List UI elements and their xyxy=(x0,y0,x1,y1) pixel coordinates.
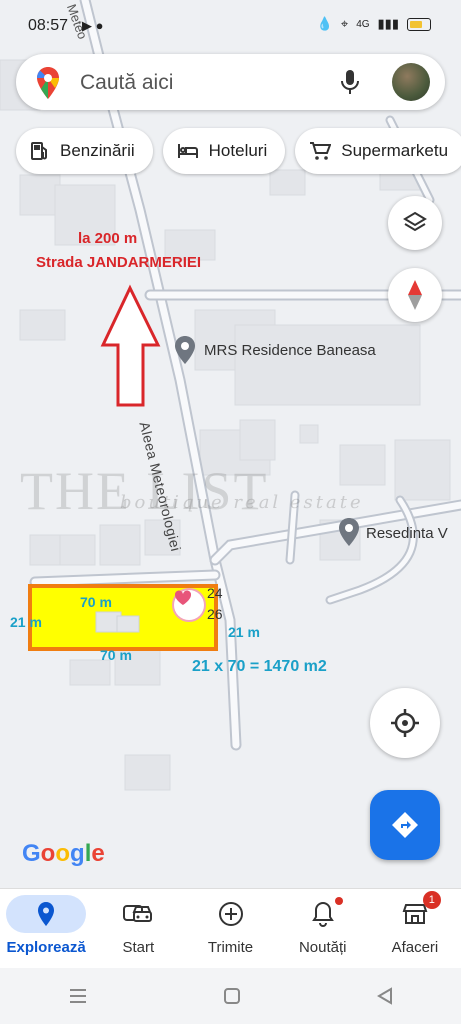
status-right-icons: 💧 ⌖ 4G ▮▮▮ xyxy=(317,16,431,32)
location-status-icon: ⌖ xyxy=(340,16,349,31)
chip-supermarkets[interactable]: Supermarketu xyxy=(295,128,461,174)
signal-icon: ▮▮▮ xyxy=(377,16,399,31)
chip-hotels[interactable]: Hoteluri xyxy=(162,128,286,174)
business-badge: 1 xyxy=(422,891,441,909)
saved-heart-icon[interactable] xyxy=(174,590,204,620)
layers-icon xyxy=(403,211,427,232)
bed-icon xyxy=(177,144,198,158)
fuel-icon xyxy=(31,142,47,160)
nav-updates[interactable]: Noutăți xyxy=(277,889,369,969)
nav-business[interactable]: 1 Afaceri xyxy=(369,889,461,969)
search-bar[interactable] xyxy=(16,54,445,110)
status-time: 08:57 xyxy=(28,17,69,34)
system-navigation-bar xyxy=(0,968,461,1024)
chip-label: Supermarketu xyxy=(341,141,449,160)
directions-icon xyxy=(392,812,418,838)
crosshair-icon xyxy=(391,709,419,737)
nav-contribute[interactable]: Trimite xyxy=(184,889,276,969)
status-bar: 08:57 ▶ ● 💧 ⌖ 4G ▮▮▮ xyxy=(0,0,461,52)
bottom-navigation: Explorează Start Trimite Noutăți 1 Aface… xyxy=(0,888,461,969)
annotation-area: 21 x 70 = 1470 m2 xyxy=(192,658,327,675)
status-notification-icons: ▶ ● xyxy=(82,18,104,33)
annotation-top-length: 70 m xyxy=(80,594,112,610)
poi-label-mrs[interactable]: MRS Residence Baneasa xyxy=(204,342,376,359)
category-chips: Benzinării Hoteluri Supermarketu xyxy=(16,128,461,174)
chip-label: Hoteluri xyxy=(208,141,268,160)
annotation-left-width: 21 m xyxy=(10,614,42,630)
notification-dot xyxy=(334,897,343,905)
bell-icon xyxy=(311,901,334,927)
nav-label: Noutăți xyxy=(298,939,347,956)
house-number-26: 26 xyxy=(207,606,223,622)
home-icon[interactable] xyxy=(223,987,241,1005)
avatar[interactable] xyxy=(392,63,430,101)
network-label: 4G xyxy=(356,18,370,30)
mic-icon[interactable] xyxy=(338,68,362,96)
annotation-bottom-length: 70 m xyxy=(100,647,132,663)
annotation-street: Strada JANDARMERIEI xyxy=(36,254,202,271)
chip-label: Benzinării xyxy=(60,141,135,160)
annotation-distance: la 200 m xyxy=(78,230,138,247)
nav-start[interactable]: Start xyxy=(92,889,184,969)
battery-icon xyxy=(407,17,431,31)
menu-icon[interactable] xyxy=(68,988,88,1004)
nav-label: Start xyxy=(122,939,155,956)
watermark-sub: boutique real estate xyxy=(120,492,364,513)
nav-explore[interactable]: Explorează xyxy=(0,889,92,969)
nav-label: Explorează xyxy=(6,939,86,956)
add-circle-icon xyxy=(218,902,243,926)
my-location-button[interactable] xyxy=(370,688,440,758)
annotation-right-width: 21 m xyxy=(228,624,260,640)
maps-pin-icon xyxy=(37,67,59,99)
google-logo: Google xyxy=(22,840,105,867)
cart-icon xyxy=(310,142,332,160)
poi-label-resedinta[interactable]: Resedinta V xyxy=(366,525,448,542)
back-icon[interactable] xyxy=(377,987,393,1005)
car-icon xyxy=(123,905,153,922)
layers-button[interactable] xyxy=(388,196,442,250)
compass-icon xyxy=(408,280,422,310)
nav-label: Afaceri xyxy=(391,939,439,956)
drop-icon: 💧 xyxy=(316,16,333,31)
compass-button[interactable] xyxy=(388,268,442,322)
explore-pin-icon xyxy=(38,902,55,926)
directions-button[interactable] xyxy=(370,790,440,860)
nav-label: Trimite xyxy=(207,939,254,956)
chip-gas[interactable]: Benzinării xyxy=(16,128,153,174)
house-number-24: 24 xyxy=(207,585,223,601)
search-input[interactable] xyxy=(78,69,332,97)
direction-arrow xyxy=(100,284,161,407)
